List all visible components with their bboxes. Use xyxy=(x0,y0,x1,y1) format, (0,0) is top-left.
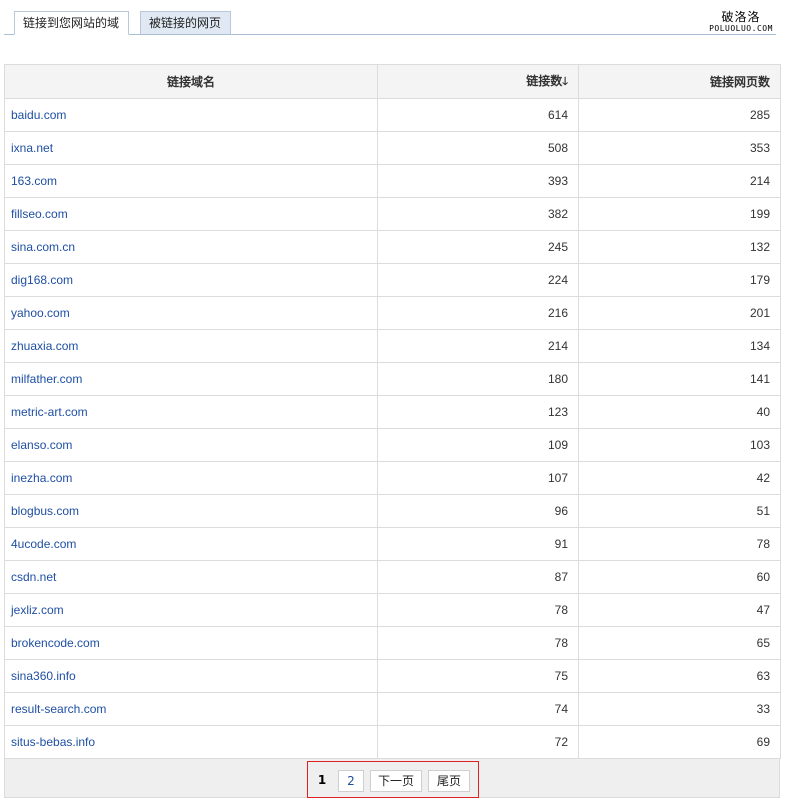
tab-linking-domains[interactable]: 链接到您网站的域 xyxy=(14,11,129,35)
table-row: dig168.com 224 179 xyxy=(4,263,781,297)
link-count: 224 xyxy=(377,263,579,297)
logo-chinese-text: 破洛洛 xyxy=(721,10,761,24)
table-row: result-search.com 74 33 xyxy=(4,692,781,726)
linked-page-count: 199 xyxy=(578,197,781,231)
linked-page-count: 69 xyxy=(578,725,781,759)
table-row: yahoo.com 216 201 xyxy=(4,296,781,330)
linked-page-count: 63 xyxy=(578,659,781,693)
link-count: 214 xyxy=(377,329,579,363)
domain-link[interactable]: situs-bebas.info xyxy=(4,725,378,759)
link-count: 72 xyxy=(377,725,579,759)
page-current: 1 xyxy=(317,773,327,787)
link-count: 78 xyxy=(377,593,579,627)
domain-link[interactable]: ixna.net xyxy=(4,131,378,165)
domain-link[interactable]: jexliz.com xyxy=(4,593,378,627)
linked-page-count: 134 xyxy=(578,329,781,363)
linked-page-count: 40 xyxy=(578,395,781,429)
domain-link[interactable]: elanso.com xyxy=(4,428,378,462)
column-header-pages[interactable]: 链接网页数 xyxy=(578,64,781,99)
next-page-button[interactable]: 下一页 xyxy=(370,770,422,792)
table-row: inezha.com 107 42 xyxy=(4,461,781,495)
link-count: 614 xyxy=(377,98,579,132)
column-header-links[interactable]: 链接数🡓 xyxy=(377,64,579,99)
table-row: zhuaxia.com 214 134 xyxy=(4,329,781,363)
linked-page-count: 179 xyxy=(578,263,781,297)
table-row: elanso.com 109 103 xyxy=(4,428,781,462)
link-count: 109 xyxy=(377,428,579,462)
down-arrow-icon: 🡓 xyxy=(562,74,568,88)
domain-link[interactable]: fillseo.com xyxy=(4,197,378,231)
table-row: 4ucode.com 91 78 xyxy=(4,527,781,561)
link-count: 245 xyxy=(377,230,579,264)
table-row: metric-art.com 123 40 xyxy=(4,395,781,429)
table-row: situs-bebas.info 72 69 xyxy=(4,725,781,759)
column-header-domain[interactable]: 链接域名 xyxy=(4,64,378,99)
table-row: blogbus.com 96 51 xyxy=(4,494,781,528)
linked-page-count: 65 xyxy=(578,626,781,660)
linked-page-count: 141 xyxy=(578,362,781,396)
domain-link[interactable]: yahoo.com xyxy=(4,296,378,330)
linked-page-count: 60 xyxy=(578,560,781,594)
linked-page-count: 214 xyxy=(578,164,781,198)
link-count: 78 xyxy=(377,626,579,660)
domain-link[interactable]: 163.com xyxy=(4,164,378,198)
domain-link[interactable]: baidu.com xyxy=(4,98,378,132)
domain-link[interactable]: 4ucode.com xyxy=(4,527,378,561)
table-row: jexliz.com 78 47 xyxy=(4,593,781,627)
domain-link[interactable]: brokencode.com xyxy=(4,626,378,660)
linked-page-count: 42 xyxy=(578,461,781,495)
link-count: 87 xyxy=(377,560,579,594)
link-count: 393 xyxy=(377,164,579,198)
link-count: 216 xyxy=(377,296,579,330)
pagination-highlight-box: 1 2 下一页 尾页 xyxy=(307,761,479,798)
domain-link[interactable]: dig168.com xyxy=(4,263,378,297)
link-count: 91 xyxy=(377,527,579,561)
domain-link[interactable]: result-search.com xyxy=(4,692,378,726)
table-row: sina360.info 75 63 xyxy=(4,659,781,693)
linked-page-count: 47 xyxy=(578,593,781,627)
link-count: 107 xyxy=(377,461,579,495)
tab-linked-pages[interactable]: 被链接的网页 xyxy=(140,11,231,34)
link-count: 74 xyxy=(377,692,579,726)
domain-link[interactable]: csdn.net xyxy=(4,560,378,594)
linked-page-count: 285 xyxy=(578,98,781,132)
linked-page-count: 78 xyxy=(578,527,781,561)
column-header-links-label: 链接数 xyxy=(526,73,563,88)
domain-link[interactable]: zhuaxia.com xyxy=(4,329,378,363)
last-page-button[interactable]: 尾页 xyxy=(428,770,470,792)
site-logo: 破洛洛 POLUOLUO.COM xyxy=(704,10,778,34)
pagination-bar: 1 2 下一页 尾页 xyxy=(4,758,780,798)
linked-page-count: 33 xyxy=(578,692,781,726)
link-count: 382 xyxy=(377,197,579,231)
table-row: ixna.net 508 353 xyxy=(4,131,781,165)
page-2-button[interactable]: 2 xyxy=(338,770,364,792)
domain-link[interactable]: inezha.com xyxy=(4,461,378,495)
domain-link[interactable]: metric-art.com xyxy=(4,395,378,429)
table-row: sina.com.cn 245 132 xyxy=(4,230,781,264)
link-count: 75 xyxy=(377,659,579,693)
linked-page-count: 103 xyxy=(578,428,781,462)
domain-link[interactable]: blogbus.com xyxy=(4,494,378,528)
table-row: fillseo.com 382 199 xyxy=(4,197,781,231)
domain-link[interactable]: sina360.info xyxy=(4,659,378,693)
domain-link[interactable]: sina.com.cn xyxy=(4,230,378,264)
table-row: csdn.net 87 60 xyxy=(4,560,781,594)
domain-link[interactable]: milfather.com xyxy=(4,362,378,396)
table-row: baidu.com 614 285 xyxy=(4,98,781,132)
linked-page-count: 51 xyxy=(578,494,781,528)
linked-page-count: 353 xyxy=(578,131,781,165)
logo-english-text: POLUOLUO.COM xyxy=(709,24,773,33)
link-count: 180 xyxy=(377,362,579,396)
linked-page-count: 132 xyxy=(578,230,781,264)
link-count: 508 xyxy=(377,131,579,165)
table-row: milfather.com 180 141 xyxy=(4,362,781,396)
tab-bar: 链接到您网站的域 被链接的网页 破洛洛 POLUOLUO.COM xyxy=(0,0,786,36)
linking-domains-table: 链接域名 链接数🡓 链接网页数 baidu.com 614 285 ixna.net 5… xyxy=(4,64,781,759)
table-header-row: 链接域名 链接数🡓 链接网页数 xyxy=(4,64,781,99)
link-count: 96 xyxy=(377,494,579,528)
table-row: 163.com 393 214 xyxy=(4,164,781,198)
link-count: 123 xyxy=(377,395,579,429)
table-row: brokencode.com 78 65 xyxy=(4,626,781,660)
linked-page-count: 201 xyxy=(578,296,781,330)
